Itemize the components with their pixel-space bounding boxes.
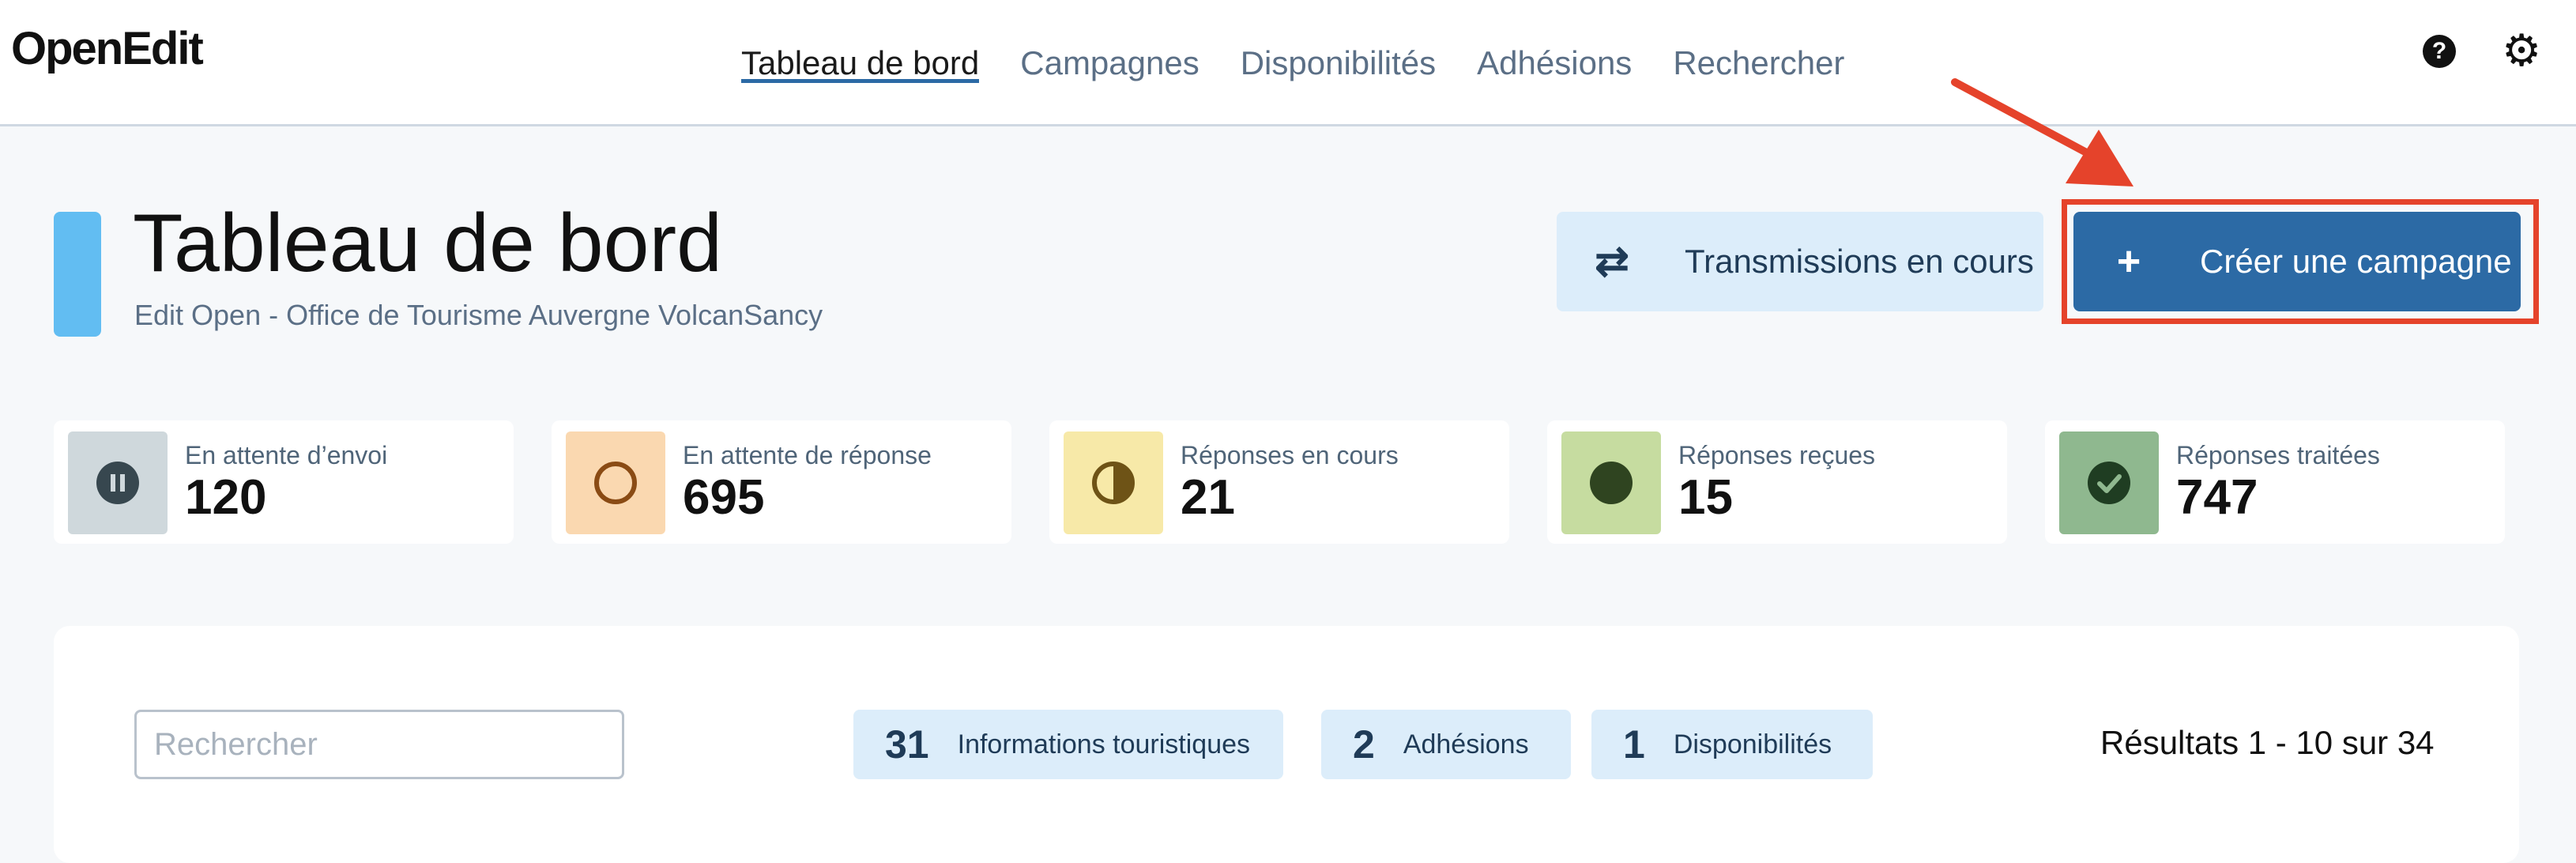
filter-chip-tourist-info[interactable]: 31 Informations touristiques [853, 710, 1283, 779]
filter-chip-memberships[interactable]: 2 Adhésions [1321, 710, 1571, 779]
stat-label: Réponses traitées [2176, 441, 2380, 469]
stat-value: 120 [185, 470, 267, 525]
search-input[interactable] [134, 710, 624, 779]
empty-circle-icon [594, 462, 637, 504]
stat-value: 21 [1181, 470, 1235, 525]
page-accent-bar [54, 212, 101, 337]
stat-tile [1561, 432, 1661, 534]
page-title: Tableau de bord [133, 198, 722, 289]
stat-tile [68, 432, 168, 534]
stat-label: En attente de réponse [683, 441, 932, 469]
stat-label: Réponses en cours [1181, 441, 1399, 469]
swap-arrows-icon: ⇄ [1595, 239, 1629, 285]
stat-card-processed[interactable]: Réponses traitées 747 [2045, 420, 2505, 544]
results-count: Résultats 1 - 10 sur 34 [2100, 724, 2435, 761]
filter-count: 1 [1623, 722, 1645, 767]
stat-tile [1064, 432, 1163, 534]
transmissions-button[interactable]: ⇄ Transmissions en cours [1557, 212, 2043, 311]
stat-value: 15 [1678, 470, 1733, 525]
stat-tile [566, 432, 665, 534]
transmissions-button-label: Transmissions en cours [1685, 243, 2034, 280]
stat-label: En attente d’envoi [185, 441, 388, 469]
stat-value: 695 [683, 470, 765, 525]
annotation-highlight-box [2062, 199, 2539, 324]
half-circle-icon [1092, 462, 1135, 504]
stat-card-pending-reply[interactable]: En attente de réponse 695 [552, 420, 1011, 544]
results-panel: 31 Informations touristiques 2 Adhésions… [54, 626, 2519, 863]
filter-chip-availabilities[interactable]: 1 Disponibilités [1591, 710, 1873, 779]
page-subtitle: Edit Open - Office de Tourisme Auvergne … [134, 299, 823, 331]
filter-label: Disponibilités [1673, 729, 1832, 759]
stat-card-received[interactable]: Réponses reçues 15 [1547, 420, 2007, 544]
check-circle-icon [2088, 462, 2130, 504]
filter-label: Informations touristiques [957, 729, 1251, 759]
filled-circle-icon [1590, 462, 1633, 504]
stat-label: Réponses reçues [1678, 441, 1876, 469]
filter-count: 2 [1353, 722, 1375, 767]
stat-tile [2059, 432, 2159, 534]
stat-card-in-progress[interactable]: Réponses en cours 21 [1049, 420, 1509, 544]
filter-count: 31 [885, 722, 929, 767]
stat-card-pending-send[interactable]: En attente d’envoi 120 [54, 420, 514, 544]
stat-value: 747 [2176, 470, 2258, 525]
pause-icon [96, 462, 139, 504]
filter-label: Adhésions [1403, 729, 1529, 759]
